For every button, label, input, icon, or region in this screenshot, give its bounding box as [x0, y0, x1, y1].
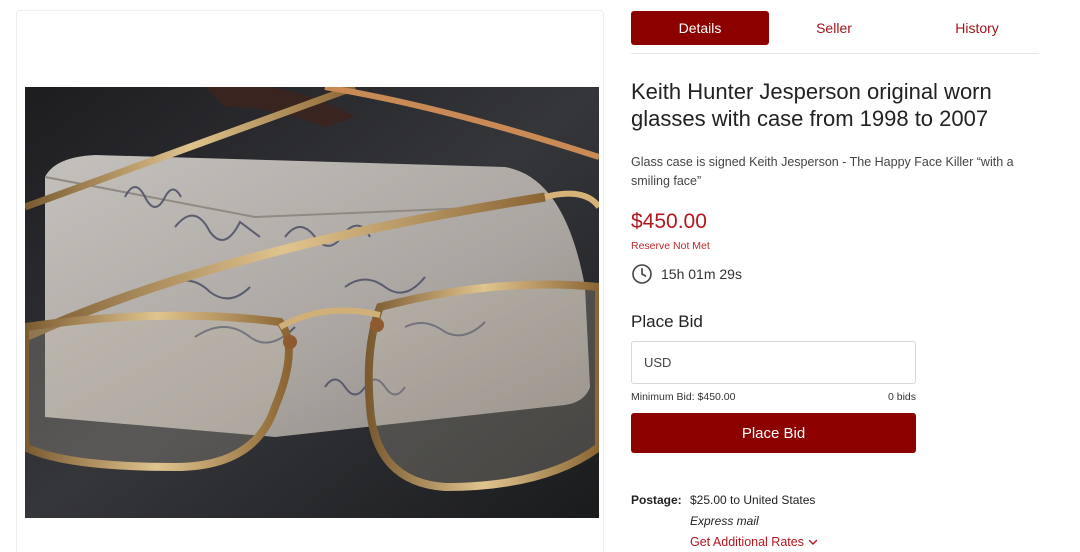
postage-method: Express mail: [690, 514, 759, 528]
listing-title: Keith Hunter Jesperson original worn gla…: [631, 79, 992, 131]
reserve-status: Reserve Not Met: [631, 240, 710, 252]
clock-icon: [632, 264, 652, 284]
place-bid-heading: Place Bid: [631, 312, 703, 331]
tab-details[interactable]: Details: [631, 11, 769, 45]
bid-count: 0 bids: [887, 391, 916, 403]
bid-amount-input[interactable]: [631, 341, 916, 384]
time-left: 15h 01m 29s: [631, 263, 742, 285]
listing-description: Glass case is signed Keith Jesperson - T…: [631, 155, 1014, 188]
additional-rates-label: Get Additional Rates: [690, 535, 804, 549]
postage-value: $25.00 to United States: [690, 493, 816, 507]
current-price: $450.00: [631, 210, 707, 233]
tab-seller[interactable]: Seller: [781, 11, 887, 45]
tab-history[interactable]: History: [919, 11, 1035, 45]
minimum-bid: Minimum Bid: $450.00: [631, 391, 736, 403]
place-bid-button[interactable]: Place Bid: [631, 413, 916, 453]
product-photo[interactable]: [25, 87, 599, 518]
detail-tabs: Details Seller History: [631, 11, 1039, 54]
additional-rates-link[interactable]: Get Additional Rates: [690, 535, 818, 549]
chevron-down-icon: [808, 539, 818, 545]
postage-label: Postage:: [631, 493, 682, 507]
time-left-value: 15h 01m 29s: [661, 266, 742, 282]
listing-page: Details Seller History Keith Hunter Jesp…: [0, 0, 1080, 552]
